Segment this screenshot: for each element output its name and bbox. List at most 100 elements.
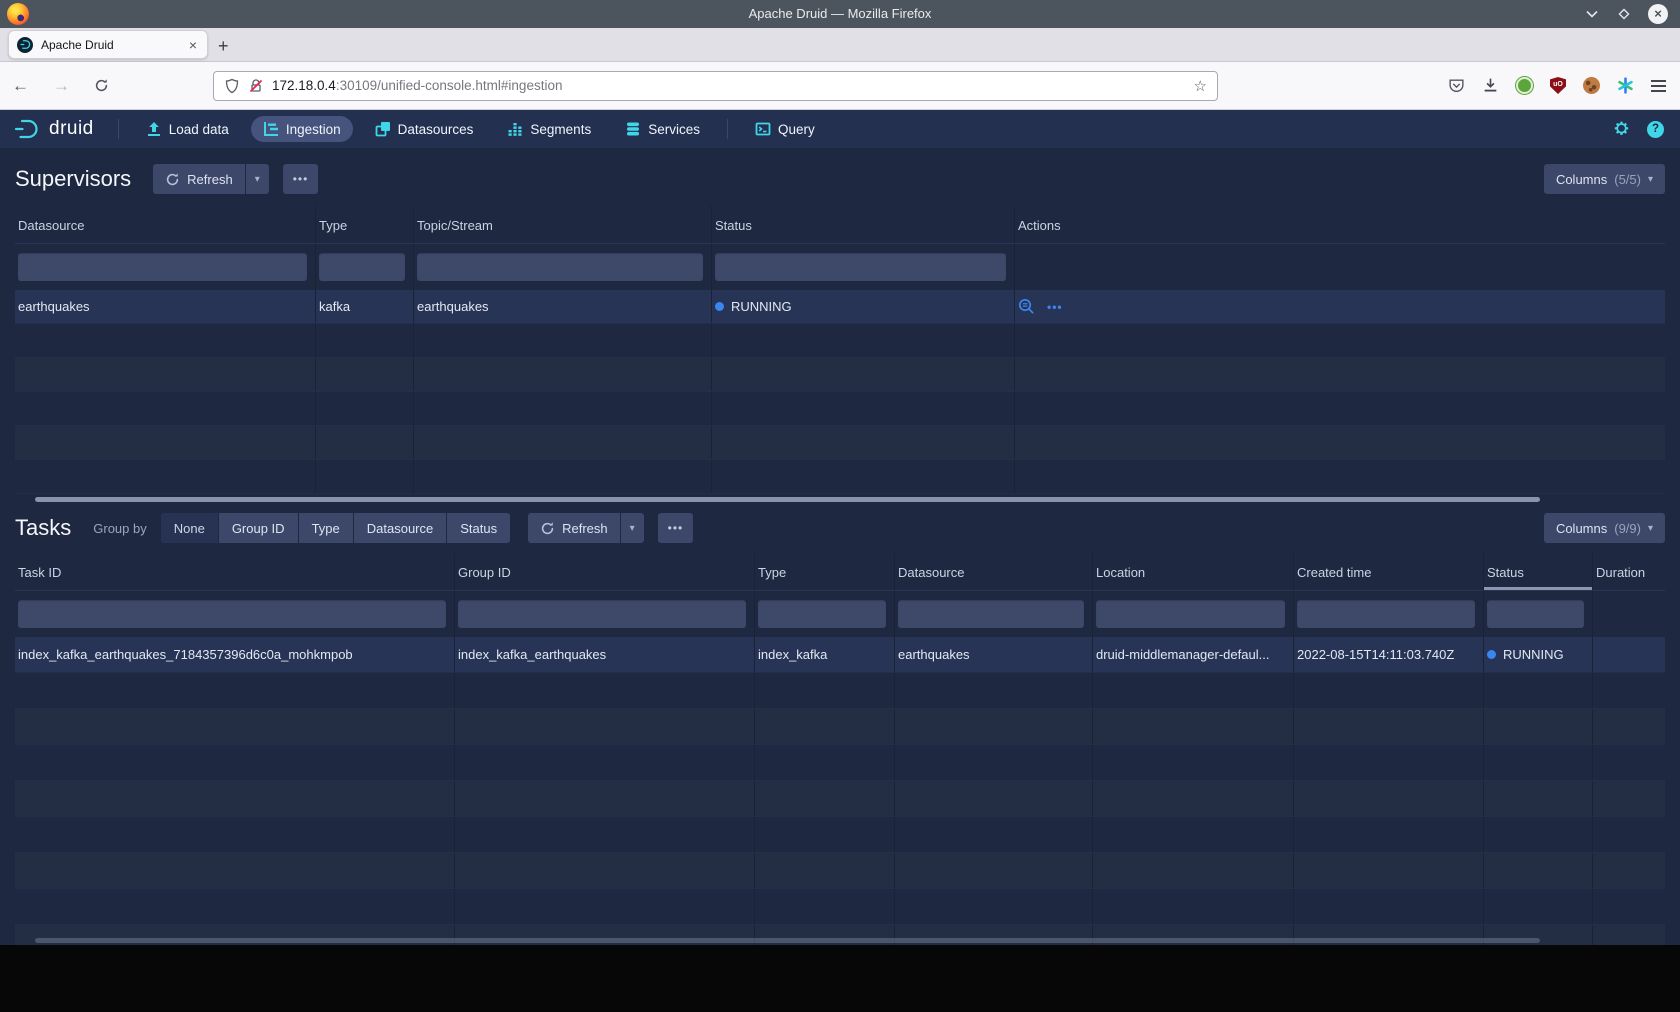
table-row-empty — [15, 392, 1665, 426]
supervisor-actions-more-icon[interactable]: ••• — [1047, 300, 1063, 314]
window-maximize-icon[interactable] — [1616, 6, 1632, 22]
nav-item-segments[interactable]: Segments — [495, 116, 603, 142]
filter-input-task-id[interactable] — [18, 600, 446, 628]
task-row[interactable]: index_kafka_earthquakes_7184357396d6c0a_… — [15, 637, 1665, 673]
horizontal-scrollbar[interactable] — [35, 938, 1540, 943]
column-header-status[interactable]: Status — [712, 206, 1015, 244]
supervisors-columns-button[interactable]: Columns (5/5) ▾ — [1544, 164, 1665, 194]
column-header-status-sorted[interactable]: Status — [1484, 553, 1593, 591]
filter-input-topic-stream[interactable] — [417, 253, 703, 281]
extension-green-icon[interactable] — [1516, 77, 1533, 94]
column-header-topic-stream[interactable]: Topic/Stream — [414, 206, 712, 244]
caret-down-icon: ▾ — [1648, 174, 1653, 185]
tasks-title: Tasks — [15, 515, 71, 541]
tab-apache-druid[interactable]: Apache Druid × — [8, 30, 208, 59]
tasks-columns-button[interactable]: Columns (9/9) ▾ — [1544, 513, 1665, 543]
tasks-refresh-dropdown-button[interactable]: ▾ — [621, 513, 644, 543]
column-header-type[interactable]: Type — [755, 553, 895, 591]
column-header-task-id[interactable]: Task ID — [15, 553, 455, 591]
column-header-location[interactable]: Location — [1093, 553, 1294, 591]
table-row-empty — [15, 781, 1665, 817]
tracking-shield-icon[interactable] — [224, 78, 240, 94]
filter-input-created-time[interactable] — [1297, 600, 1475, 628]
filter-input-location[interactable] — [1096, 600, 1285, 628]
filter-input-datasource[interactable] — [18, 253, 307, 281]
nav-item-datasources[interactable]: Datasources — [363, 116, 486, 142]
tasks-more-button[interactable]: ••• — [658, 513, 694, 543]
bookmark-star-icon[interactable]: ☆ — [1194, 77, 1207, 95]
refresh-label: Refresh — [562, 521, 608, 536]
nav-item-load-data[interactable]: Load data — [134, 116, 241, 142]
supervisors-table: Datasource Type Topic/Stream Status Acti… — [15, 206, 1665, 502]
tab-close-icon[interactable]: × — [187, 37, 199, 53]
column-header-group-id[interactable]: Group ID — [455, 553, 755, 591]
group-by-status-button[interactable]: Status — [447, 513, 510, 543]
menu-icon[interactable] — [1651, 80, 1666, 92]
filter-input-datasource[interactable] — [898, 600, 1084, 628]
cookie-extension-icon[interactable] — [1583, 77, 1600, 94]
table-row-empty — [15, 889, 1665, 925]
cell-task-id: index_kafka_earthquakes_7184357396d6c0a_… — [15, 637, 455, 672]
nav-item-label: Datasources — [398, 122, 474, 137]
window-close-icon[interactable]: × — [1648, 4, 1668, 24]
supervisors-refresh-button[interactable]: Refresh — [153, 164, 245, 194]
filter-input-type[interactable] — [319, 253, 405, 281]
settings-gear-icon[interactable] — [1612, 120, 1631, 139]
column-header-datasource[interactable]: Datasource — [895, 553, 1093, 591]
tasks-refresh-button[interactable]: Refresh — [528, 513, 620, 543]
brand-name: druid — [49, 118, 94, 140]
forward-icon[interactable]: → — [41, 76, 82, 96]
druid-logo[interactable]: druid — [0, 118, 108, 140]
nav-item-label: Services — [648, 122, 700, 137]
query-icon — [755, 121, 771, 137]
group-by-button-group: None Group ID Type Datasource Status — [161, 513, 510, 543]
back-icon[interactable]: ← — [0, 76, 41, 96]
table-row-empty — [15, 358, 1665, 392]
ublock-origin-icon[interactable]: uO — [1550, 77, 1566, 94]
pocket-icon[interactable] — [1448, 77, 1465, 94]
inspect-supervisor-icon[interactable] — [1018, 298, 1035, 315]
group-by-datasource-button[interactable]: Datasource — [354, 513, 446, 543]
supervisors-table-header: Datasource Type Topic/Stream Status Acti… — [15, 206, 1665, 244]
window-minimize-icon[interactable] — [1584, 6, 1600, 22]
column-header-actions[interactable]: Actions — [1015, 206, 1665, 244]
screen: Apache Druid — Mozilla Firefox × Apache … — [0, 0, 1680, 1012]
tasks-toolbar: Tasks Group by None Group ID Type Dataso… — [15, 511, 1665, 545]
new-tab-button[interactable]: + — [208, 36, 239, 61]
column-header-created-time[interactable]: Created time — [1294, 553, 1484, 591]
supervisor-row[interactable]: earthquakes kafka earthquakes RUNNING ••… — [15, 290, 1665, 324]
druid-navbar: druid Load data Ingestion Datasources Se… — [0, 110, 1680, 148]
supervisors-filter-row — [15, 244, 1665, 290]
nav-item-services[interactable]: Services — [613, 116, 712, 142]
nav-divider — [727, 119, 728, 139]
column-header-type[interactable]: Type — [316, 206, 414, 244]
column-header-datasource[interactable]: Datasource — [15, 206, 316, 244]
filter-input-group-id[interactable] — [458, 600, 746, 628]
cell-actions: ••• — [1015, 290, 1665, 323]
downloads-icon[interactable] — [1482, 77, 1499, 94]
help-icon[interactable]: ? — [1647, 121, 1664, 138]
supervisors-title: Supervisors — [15, 166, 131, 192]
insecure-lock-icon[interactable] — [248, 78, 264, 94]
url-text[interactable]: 172.18.0.4:30109/unified-console.html#in… — [272, 78, 1194, 93]
filter-input-status[interactable] — [1487, 600, 1584, 628]
filter-input-status[interactable] — [715, 253, 1006, 281]
url-bar[interactable]: 172.18.0.4:30109/unified-console.html#in… — [213, 71, 1218, 101]
group-by-group-id-button[interactable]: Group ID — [219, 513, 298, 543]
group-by-none-button[interactable]: None — [161, 513, 218, 543]
nav-item-ingestion[interactable]: Ingestion — [251, 116, 353, 142]
table-row-empty — [15, 673, 1665, 709]
tasks-filter-row — [15, 591, 1665, 637]
filter-input-type[interactable] — [758, 600, 886, 628]
extension-asterisk-icon[interactable] — [1617, 77, 1634, 94]
horizontal-scrollbar[interactable] — [35, 497, 1540, 502]
druid-favicon-icon — [17, 37, 33, 53]
group-by-type-button[interactable]: Type — [299, 513, 353, 543]
nav-item-query[interactable]: Query — [743, 116, 827, 142]
column-header-duration[interactable]: Duration — [1593, 553, 1665, 591]
cell-datasource: earthquakes — [15, 290, 316, 323]
supervisors-refresh-dropdown-button[interactable]: ▾ — [246, 164, 269, 194]
reload-icon[interactable] — [82, 78, 121, 93]
table-row-empty — [15, 817, 1665, 853]
supervisors-more-button[interactable]: ••• — [283, 164, 319, 194]
